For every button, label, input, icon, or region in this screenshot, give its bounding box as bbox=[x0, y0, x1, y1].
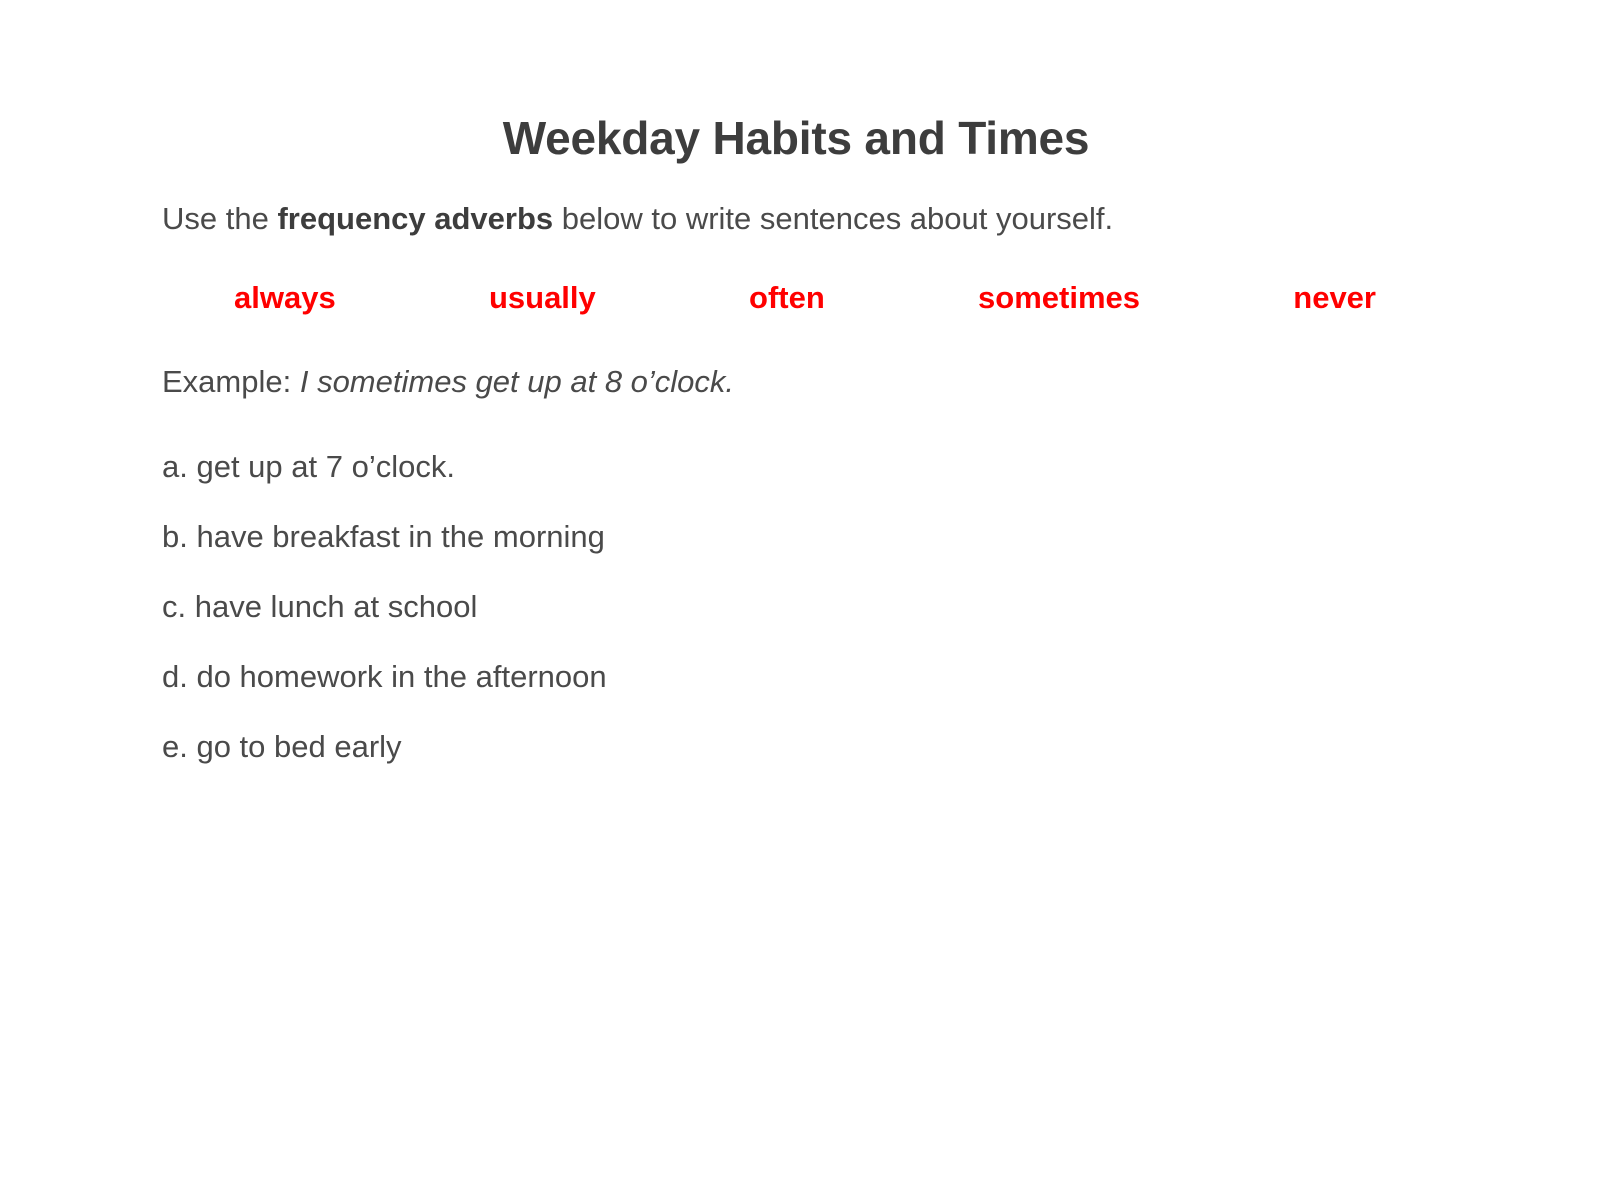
example-line: Example: I sometimes get up at 8 o’clock… bbox=[162, 316, 1430, 402]
list-item[interactable]: d. do homework in the afternoon bbox=[162, 661, 1430, 692]
example-sentence: I sometimes get up at 8 o’clock. bbox=[299, 364, 735, 400]
adverb-never[interactable]: never bbox=[1293, 279, 1376, 316]
list-item[interactable]: b. have breakfast in the morning bbox=[162, 521, 1430, 552]
instruction-text-after: below to write sentences about yourself. bbox=[553, 200, 1114, 236]
list-item[interactable]: c. have lunch at school bbox=[162, 591, 1430, 622]
worksheet-content: Weekday Habits and Times Use the frequen… bbox=[162, 0, 1430, 762]
list-item[interactable]: e. go to bed early bbox=[162, 731, 1430, 762]
adverb-often[interactable]: often bbox=[749, 279, 825, 316]
adverb-sometimes[interactable]: sometimes bbox=[978, 279, 1140, 316]
adverb-always[interactable]: always bbox=[234, 279, 336, 316]
example-label: Example: bbox=[162, 364, 300, 400]
instruction-line: Use the frequency adverbs below to write… bbox=[162, 165, 1430, 239]
instruction-text-before: Use the bbox=[162, 200, 278, 236]
list-item[interactable]: a. get up at 7 o’clock. bbox=[162, 451, 1430, 482]
adverb-word-bank: always usually often sometimes never bbox=[162, 239, 1430, 316]
worksheet-page: Weekday Habits and Times Use the frequen… bbox=[0, 0, 1600, 1200]
adverb-usually[interactable]: usually bbox=[489, 279, 596, 316]
instruction-highlight: frequency adverbs bbox=[277, 200, 554, 236]
page-title: Weekday Habits and Times bbox=[502, 112, 1090, 164]
exercise-list: a. get up at 7 o’clock. b. have breakfas… bbox=[162, 403, 1430, 762]
